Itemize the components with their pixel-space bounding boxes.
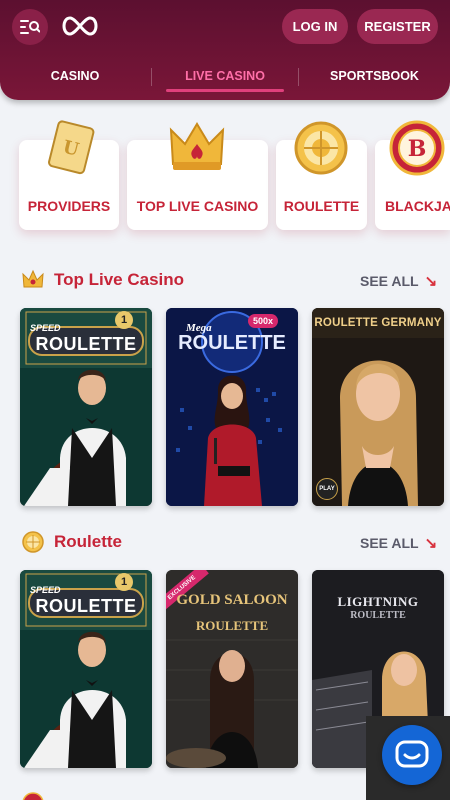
top-bar: LOG IN REGISTER (0, 0, 450, 54)
game-badge: 1 (115, 311, 133, 329)
svg-text:B: B (408, 136, 427, 162)
category-label: TOP LIVE CASINO (136, 198, 259, 214)
top-header: LOG IN REGISTER CASINO LIVE CASINO SPORT… (0, 0, 450, 100)
game-title-line2: ROULETTE (178, 332, 286, 354)
dealer-image (312, 308, 444, 506)
game-tile-roulette-germany[interactable]: ROULETTE GERMANY PLAY (312, 308, 444, 506)
blackjack-chip-icon: B (389, 120, 445, 176)
category-top-live-casino[interactable]: TOP LIVE CASINO (127, 122, 268, 230)
arrow-down-right-icon: ↘ (424, 535, 438, 552)
game-badge: 1 (115, 573, 133, 591)
see-all-label: SEE ALL (360, 273, 419, 289)
game-tile-speed-roulette[interactable]: SPEED ROULETTE 1 (20, 570, 152, 768)
live-chat-button[interactable] (382, 725, 442, 785)
game-title-line2: ROULETTE (35, 596, 137, 616)
game-badge: 500x (248, 314, 278, 328)
category-providers[interactable]: U PROVIDERS (19, 120, 119, 230)
chat-bubble-icon (395, 740, 429, 768)
section-title-roulette: Roulette (54, 532, 122, 551)
blackjack-chip-icon (22, 792, 44, 800)
providers-card-icon: U (48, 120, 95, 175)
login-button[interactable]: LOG IN (282, 9, 348, 44)
crown-icon (22, 269, 44, 288)
roulette-wheel-icon (22, 531, 44, 553)
tab-sportsbook[interactable]: SPORTSBOOK (299, 56, 450, 96)
game-tile-mega-roulette[interactable]: Mega ROULETTE 500x (166, 308, 298, 506)
game-tile-gold-saloon-roulette[interactable]: EXCLUSIVE GOLD SALOON ROULETTE (166, 570, 298, 768)
game-title-line2: ROULETTE (350, 610, 406, 621)
category-label: PROVIDERS (27, 198, 111, 214)
game-title-line1: GOLD SALOON (176, 592, 288, 608)
game-title-line1: ROULETTE GERMANY (314, 317, 442, 329)
menu-search-button[interactable] (12, 9, 48, 45)
game-tile-speed-roulette[interactable]: SPEED ROULETTE 1 (20, 308, 152, 506)
category-blackjack[interactable]: B BLACKJAC (375, 120, 450, 230)
game-title-line1: LIGHTNING (337, 594, 419, 609)
game-title-line2: ROULETTE (35, 334, 137, 354)
brand-logo[interactable] (60, 14, 100, 38)
tab-casino[interactable]: CASINO (0, 56, 150, 96)
active-tab-indicator (166, 89, 284, 92)
arrow-down-right-icon: ↘ (424, 273, 438, 290)
roulette-wheel-icon (294, 121, 348, 175)
menu-search-icon (20, 20, 40, 34)
see-all-label: SEE ALL (360, 535, 419, 551)
game-title-line1: SPEED (30, 323, 61, 333)
crown-icon (169, 122, 225, 170)
category-roulette[interactable]: ROULETTE (276, 121, 367, 230)
section-title-top-live-casino: Top Live Casino (54, 270, 185, 289)
register-button[interactable]: REGISTER (357, 9, 438, 44)
see-all-roulette[interactable]: SEE ALL ↘ (360, 534, 437, 552)
play-badge: PLAY (316, 478, 338, 500)
category-label: ROULETTE (283, 198, 360, 214)
see-all-top-live-casino[interactable]: SEE ALL ↘ (360, 272, 437, 290)
game-title-line2: ROULETTE (195, 618, 269, 633)
category-label: BLACKJAC (385, 198, 450, 214)
game-title-line1: SPEED (30, 585, 61, 595)
